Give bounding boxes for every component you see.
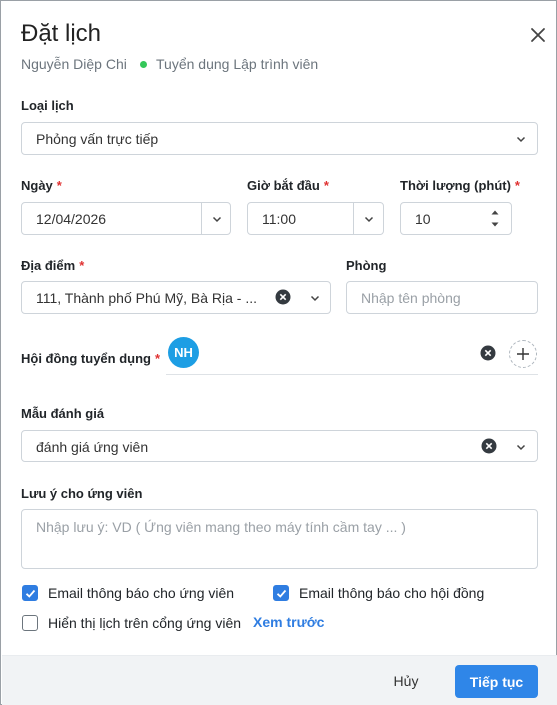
start-time-value: 11:00 [262,211,296,227]
close-icon[interactable] [528,25,548,45]
email-candidate-label[interactable]: Email thông báo cho ứng viên [48,585,234,601]
duration-value: 10 [415,211,431,227]
room-input[interactable]: Nhập tên phòng [346,281,538,314]
evaluation-template-select[interactable]: đánh giá ứng viên [21,430,538,462]
evaluation-template-label: Mẫu đánh giá [21,406,105,421]
schedule-dialog: Đặt lịch Nguyễn Diệp Chi Tuyển dụng Lập … [0,0,557,705]
start-time-label: Giờ bắt đầu * [247,178,329,193]
continue-button[interactable]: Tiếp tục [455,665,538,698]
location-value: 111, Thành phố Phú Mỹ, Bà Rịa - ... [36,290,258,306]
show-on-portal-checkbox[interactable] [22,615,38,631]
location-label: Địa điểm * [21,258,85,273]
candidate-name: Nguyễn Diệp Chi [21,56,127,72]
chevron-down-icon [516,136,526,143]
clear-icon[interactable] [480,345,496,361]
email-candidate-checkbox[interactable] [22,585,38,601]
candidate-note-label: Lưu ý cho ứng viên [21,486,143,501]
email-council-label[interactable]: Email thông báo cho hội đồng [299,585,484,601]
show-on-portal-label[interactable]: Hiển thị lịch trên cổng ứng viên [48,615,241,631]
clear-icon[interactable] [481,438,497,454]
schedule-type-label: Loại lịch [21,98,74,113]
schedule-type-value: Phỏng vấn trực tiếp [36,131,159,147]
date-label: Ngày * [21,178,62,193]
dialog-title: Đặt lịch [21,20,102,47]
divider [353,203,354,234]
candidate-note-placeholder: Nhập lưu ý: VD ( Ứng viên mang theo máy … [36,519,406,535]
room-placeholder: Nhập tên phòng [361,290,461,306]
add-member-button[interactable] [509,340,537,368]
chevron-down-icon[interactable] [211,213,223,225]
location-select[interactable]: 111, Thành phố Phú Mỹ, Bà Rịa - ... [21,281,331,314]
council-underline [166,374,538,375]
room-label: Phòng [346,258,387,273]
cancel-button[interactable]: Hủy [382,665,430,697]
preview-link[interactable]: Xem trước [253,614,324,630]
job-title: Tuyển dụng Lập trình viên [156,56,319,72]
date-value: 12/04/2026 [36,211,107,227]
stepper-down-icon[interactable] [490,221,500,229]
stepper-up-icon[interactable] [490,208,500,216]
candidate-note-textarea[interactable]: Nhập lưu ý: VD ( Ứng viên mang theo máy … [21,509,538,569]
council-label: Hội đồng tuyển dụng * [21,351,161,366]
chevron-down-icon[interactable] [363,213,375,225]
chevron-down-icon [516,444,526,451]
evaluation-template-value: đánh giá ứng viên [36,439,149,455]
clear-icon[interactable] [275,289,291,305]
start-time-select[interactable]: 11:00 [247,202,384,235]
check-icon [276,589,287,598]
divider [201,203,202,234]
email-council-checkbox[interactable] [273,585,289,601]
check-icon [25,589,36,598]
avatar[interactable]: NH [168,337,199,368]
plus-icon [517,348,529,360]
schedule-type-select[interactable]: Phỏng vấn trực tiếp [21,122,538,155]
date-picker[interactable]: 12/04/2026 [21,202,231,235]
duration-label: Thời lượng (phút) * [400,178,520,193]
status-dot-icon [140,61,147,68]
chevron-down-icon [310,295,320,302]
duration-stepper[interactable]: 10 [400,202,512,235]
